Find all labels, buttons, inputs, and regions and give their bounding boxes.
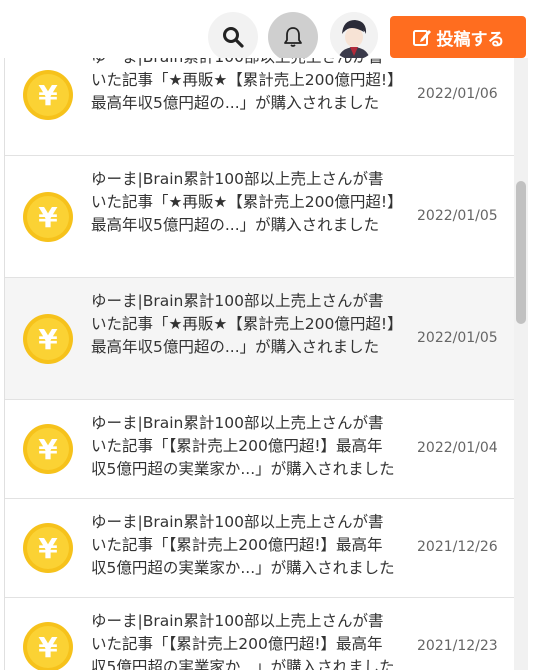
notification-date: 2022/01/06 [417, 86, 498, 102]
notification-date: 2021/12/26 [417, 539, 498, 555]
notification-text: ゆーま|Brain累計100部以上売上さんが書いた記事「【累計売上200億円超!… [91, 414, 395, 478]
top-header: 投稿する [0, 0, 534, 62]
notification-item[interactable]: ¥ ゆーま|Brain累計100部以上売上さんが書いた記事「★再販★【累計売上2… [5, 156, 515, 278]
notification-item[interactable]: ¥ ゆーま|Brain累計100部以上売上さんが書いた記事「【累計売上200億円… [5, 499, 515, 598]
notification-text: ゆーま|Brain累計100部以上売上さんが書いた記事「★再販★【累計売上200… [91, 170, 395, 234]
notification-text: ゆーま|Brain累計100部以上売上さんが書いた記事「★再販★【累計売上200… [91, 58, 395, 112]
yen-coin-icon: ¥ [23, 70, 73, 120]
edit-icon [412, 30, 431, 46]
notification-date: 2022/01/05 [417, 208, 498, 224]
post-button-label: 投稿する [436, 29, 505, 50]
notification-text: ゆーま|Brain累計100部以上売上さんが書いた記事「★再販★【累計売上200… [91, 292, 395, 356]
notification-date: 2022/01/05 [417, 330, 498, 346]
post-button[interactable]: 投稿する [390, 16, 526, 58]
search-button[interactable] [208, 12, 258, 62]
avatar-image [330, 12, 378, 60]
user-avatar[interactable] [330, 12, 378, 60]
notification-button[interactable] [268, 12, 318, 62]
yen-coin-icon: ¥ [23, 622, 73, 670]
notification-panel[interactable]: ¥ ゆーま|Brain累計100部以上売上さんが書いた記事「★再販★【累計売上2… [4, 58, 516, 670]
scrollbar-track[interactable] [514, 58, 528, 670]
bell-icon [284, 27, 302, 47]
yen-coin-icon: ¥ [23, 314, 73, 364]
notification-item[interactable]: ¥ ゆーま|Brain累計100部以上売上さんが書いた記事「★再販★【累計売上2… [5, 278, 515, 400]
notification-date: 2021/12/23 [417, 638, 498, 654]
notification-item[interactable]: ¥ ゆーま|Brain累計100部以上売上さんが書いた記事「★再販★【累計売上2… [5, 58, 515, 156]
notification-list: ¥ ゆーま|Brain累計100部以上売上さんが書いた記事「★再販★【累計売上2… [5, 58, 515, 670]
notification-text: ゆーま|Brain累計100部以上売上さんが書いた記事「【累計売上200億円超!… [91, 513, 395, 577]
search-icon [223, 27, 244, 48]
yen-coin-icon: ¥ [23, 523, 73, 573]
notification-item[interactable]: ¥ ゆーま|Brain累計100部以上売上さんが書いた記事「【累計売上200億円… [5, 400, 515, 499]
scrollbar-thumb[interactable] [516, 181, 526, 324]
notification-item[interactable]: ¥ ゆーま|Brain累計100部以上売上さんが書いた記事「【累計売上200億円… [5, 598, 515, 670]
notification-date: 2022/01/04 [417, 440, 498, 456]
notification-text: ゆーま|Brain累計100部以上売上さんが書いた記事「【累計売上200億円超!… [91, 612, 395, 670]
yen-coin-icon: ¥ [23, 192, 73, 242]
yen-coin-icon: ¥ [23, 424, 73, 474]
